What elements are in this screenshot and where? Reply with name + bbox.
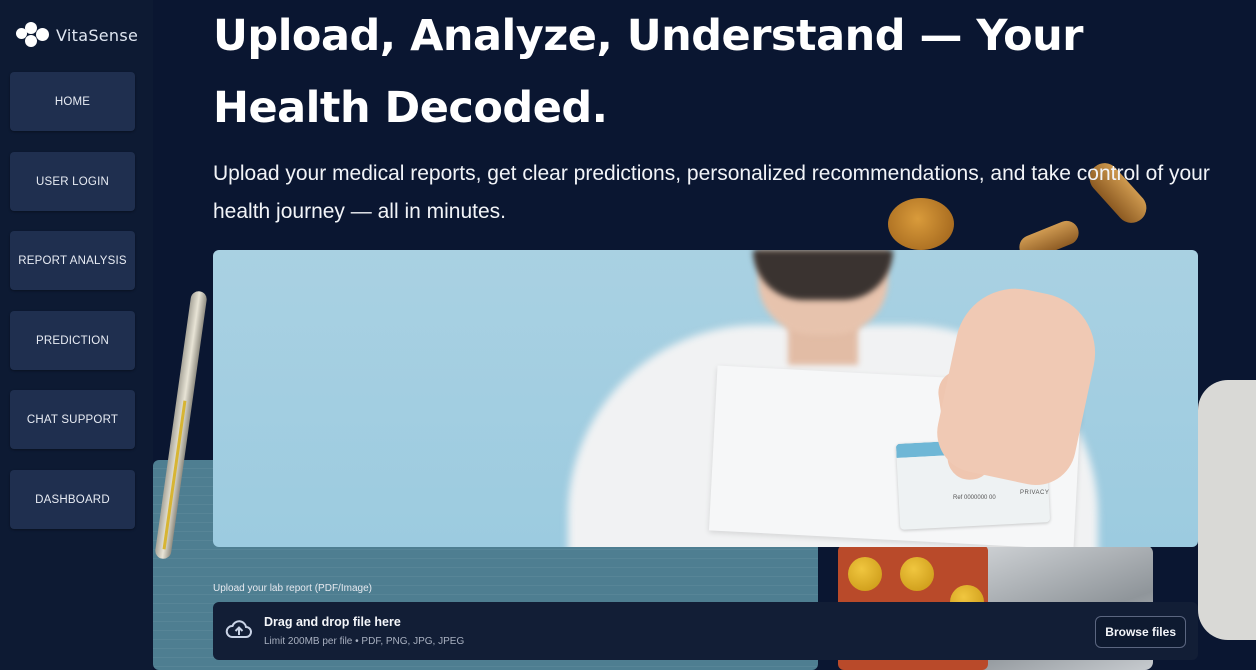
brand-name: VitaSense (56, 25, 139, 45)
brand[interactable]: VitaSense (16, 22, 138, 48)
page-subtitle: Upload your medical reports, get clear p… (213, 162, 1210, 223)
cloud-upload-icon[interactable] (225, 618, 253, 642)
vitasense-logo-icon (16, 22, 50, 48)
dropzone-subtitle: Limit 200MB per file • PDF, PNG, JPG, JP… (264, 636, 465, 647)
upload-label: Upload your lab report (PDF/Image) (213, 583, 372, 594)
nav-report-analysis-button[interactable]: REPORT ANALYSIS (10, 231, 135, 290)
main-content: Upload, Analyze, Understand — Your Healt… (153, 0, 1256, 670)
hero-card-privacy: PRIVACY (1020, 490, 1050, 496)
file-dropzone[interactable]: Drag and drop file here Limit 200MB per … (213, 602, 1198, 660)
nav-home-button[interactable]: HOME (10, 72, 135, 131)
sidebar: VitaSense HOME USER LOGIN REPORT ANALYSI… (0, 0, 153, 670)
hero-card-code: Ref 0000000 00 (953, 495, 996, 501)
browse-files-button[interactable]: Browse files (1095, 616, 1186, 648)
nav-chat-support-button[interactable]: CHAT SUPPORT (10, 390, 135, 449)
background-bottle-decoration (1198, 380, 1256, 640)
nav-user-login-button[interactable]: USER LOGIN (10, 152, 135, 211)
dropzone-title: Drag and drop file here (264, 615, 401, 629)
nav-prediction-button[interactable]: PREDICTION (10, 311, 135, 370)
page-title: Upload, Analyze, Understand — Your Healt… (213, 11, 1083, 133)
nav-dashboard-button[interactable]: DASHBOARD (10, 470, 135, 529)
hero-image: Ref 0000000 00 PRIVACY (213, 250, 1198, 547)
